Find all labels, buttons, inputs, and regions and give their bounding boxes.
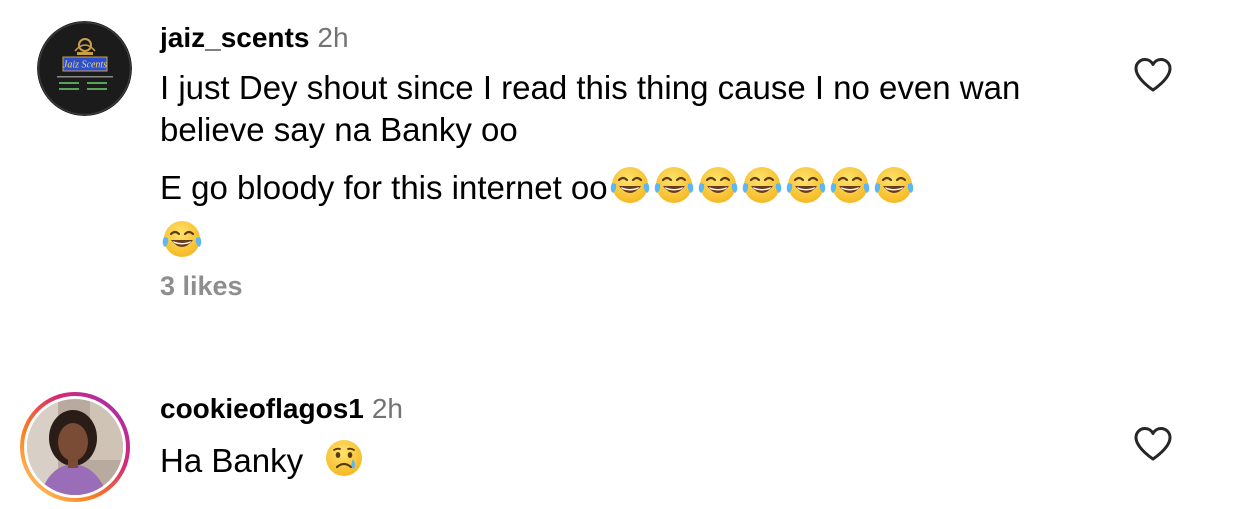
tears-of-joy-icon [610, 167, 649, 203]
comment-text: Ha Banky [160, 436, 1090, 482]
username[interactable]: jaiz_scents [160, 22, 309, 53]
tears-of-joy-icon [742, 167, 781, 203]
likes-count[interactable]: 3 likes [160, 269, 243, 303]
tears-of-joy-icon [830, 167, 869, 203]
jaiz-scents-logo-icon: Jaiz Scents [37, 21, 132, 116]
brand-text: Jaiz Scents [63, 60, 107, 71]
comment-item: cookieoflagos1 2h Ha Banky [0, 380, 1242, 503]
username[interactable]: cookieoflagos1 [160, 393, 364, 424]
tears-of-joy-icon [162, 221, 202, 257]
comment-header: cookieoflagos1 2h [160, 392, 403, 426]
comment-time: 2h [371, 393, 403, 424]
crying-face-icon [326, 440, 363, 476]
tears-of-joy-icon [874, 167, 913, 203]
comment-text-segment: Ha Banky [160, 442, 304, 479]
comment-text-segment: E go bloody for this internet oo [160, 169, 608, 206]
emoji-row [322, 436, 366, 480]
tears-of-joy-icon [698, 167, 737, 203]
comment-header: jaiz_scents 2h [160, 21, 349, 55]
heart-outline-icon[interactable] [1133, 57, 1173, 93]
tears-of-joy-icon [654, 167, 693, 203]
tears-of-joy-icon [786, 167, 825, 203]
comment-time: 2h [317, 22, 349, 53]
comment-item: Jaiz Scents jaiz_scents 2h I just Dey sho… [0, 0, 1242, 340]
avatar-story-ring[interactable] [18, 390, 132, 504]
heart-outline-icon[interactable] [1133, 426, 1173, 462]
profile-photo-icon [20, 392, 130, 502]
comment-text: I just Dey shout since I read this thing… [160, 67, 1090, 271]
comment-text-line: I just Dey shout since I read this thing… [160, 69, 1021, 148]
avatar[interactable]: Jaiz Scents [37, 21, 132, 116]
comment-text-line: E go bloody for this internet oo [160, 163, 1090, 271]
